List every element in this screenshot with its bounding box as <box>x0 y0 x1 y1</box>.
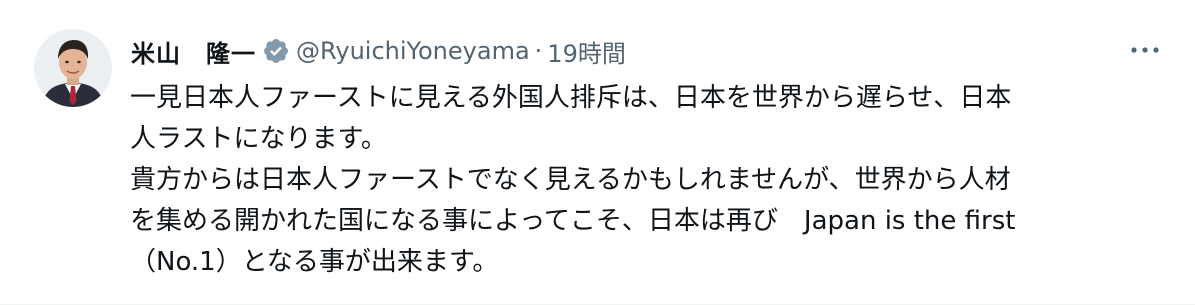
tweet-text: 一見日本人ファーストに見える外国人排斥は、日本を世界から遅らせ、日本 人ラストに… <box>130 78 1170 283</box>
avatar[interactable] <box>34 29 112 107</box>
tweet-text-line: （No.1）となる事が出来ます。 <box>130 247 499 277</box>
verified-badge-icon <box>262 37 290 65</box>
avatar-portrait-icon <box>34 29 112 107</box>
more-options-icon <box>1131 47 1159 53</box>
user-handle[interactable]: @RyuichiYoneyama <box>296 37 530 65</box>
more-options-button[interactable] <box>1125 36 1165 64</box>
tweet-header: 米山 隆一 @RyuichiYoneyama · 19時間 <box>131 31 626 71</box>
tweet-card[interactable]: 米山 隆一 @RyuichiYoneyama · 19時間 一見日本人ファースト… <box>0 0 1195 305</box>
timestamp[interactable]: 19時間 <box>547 34 626 69</box>
display-name[interactable]: 米山 隆一 <box>131 34 256 69</box>
tweet-text-line: 人ラストになります。 <box>130 124 387 154</box>
separator-dot: · <box>534 37 543 65</box>
tweet-text-line: 貴方からは日本人ファーストでなく見えるかもしれませんが、世界から人材 <box>130 165 1011 195</box>
tweet-text-line: を集める開かれた国になる事によってこそ、日本は再び Japan is the f… <box>130 206 1016 236</box>
tweet-text-line: 一見日本人ファーストに見える外国人排斥は、日本を世界から遅らせ、日本 <box>130 83 1012 113</box>
